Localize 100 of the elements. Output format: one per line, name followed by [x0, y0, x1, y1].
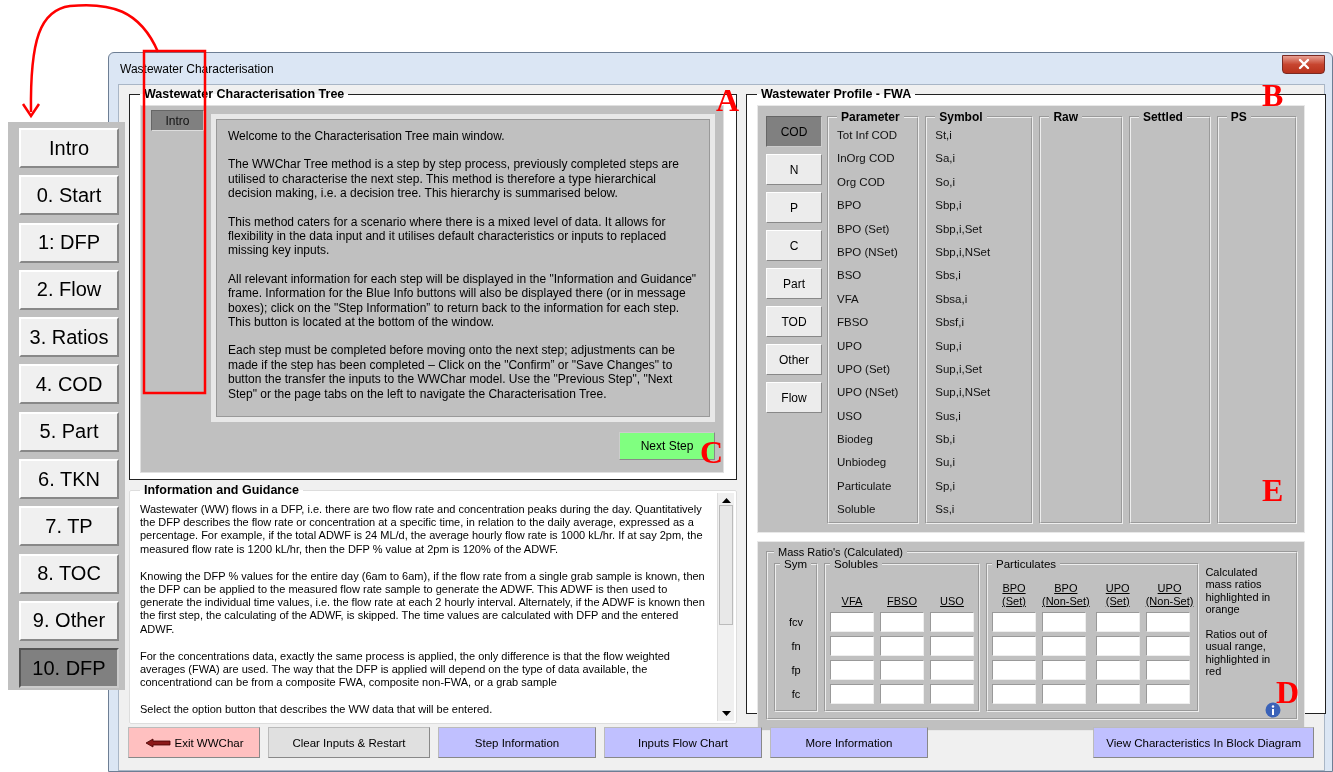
ratio-field[interactable] [1145, 635, 1190, 656]
paragraph: For the concentrations data, exactly the same process is applied, the only difference is that the flow weighted averages (FWA) are used. The way that the DFP is applied will depend on the type of data available, the concentrationd can be from a composite FWA, composite non-FWA, or a grab sample [140, 649, 671, 690]
note-text: Ratios out of usual range, highlighted in red [1205, 627, 1272, 678]
exit-button[interactable]: Exit WWChar [128, 727, 260, 758]
left-arrow-icon [144, 737, 171, 748]
parameter-label: VFA [837, 291, 860, 307]
ratio-field[interactable] [1042, 683, 1086, 704]
category-tab[interactable]: TOD [766, 306, 822, 337]
scroll-up-icon[interactable] [721, 497, 731, 503]
step-tab[interactable]: 2. Flow [19, 269, 119, 310]
category-tab[interactable]: Part [766, 268, 822, 299]
paragraph: The WWChar Tree method is a step by step process, previously completed steps are utilised to characterise the next step. This method is therefore a type hierarchical decision making, i.e. a decision tree. This hierarchy is summarised below. [228, 157, 680, 201]
parameter-label: Unbiodeg [837, 455, 888, 471]
step-tab[interactable]: 3. Ratios [19, 317, 119, 358]
step-tab[interactable]: 4. COD [19, 364, 119, 405]
ratio-field[interactable] [830, 611, 874, 632]
step-tab[interactable]: 6. TKN [19, 459, 119, 500]
symbol-label: St,i [935, 128, 953, 143]
scrollbar[interactable] [717, 493, 734, 721]
ratio-field[interactable] [880, 659, 924, 680]
parameter-label: Particulate [837, 478, 893, 494]
symbol-label: Sup,i,Set [935, 361, 983, 377]
paragraph: This method caters for a scenario where there is a mixed level of data. It allows for flexibility in the data input and it utilises default characteristics or inputs to replaced missing key inputs. [228, 214, 668, 258]
ratio-field[interactable] [1145, 611, 1190, 632]
step-tab[interactable]: Intro [19, 128, 119, 168]
symbol-label: Sbp,i [935, 198, 963, 214]
ratio-field[interactable] [880, 683, 924, 704]
parameter-label: BPO [837, 198, 863, 214]
ratio-field[interactable] [830, 659, 874, 680]
ratio-field[interactable] [1042, 635, 1086, 656]
ratio-field[interactable] [930, 683, 974, 704]
category-tab[interactable]: Flow [766, 382, 822, 413]
annotation-letter: D [1276, 676, 1300, 708]
ratio-field[interactable] [830, 635, 874, 656]
symbol-label: Sbsf,i [935, 315, 965, 331]
action-button[interactable]: More Information [770, 727, 928, 758]
note-text: Calculated mass ratios highlighted in orange [1205, 565, 1272, 616]
scroll-down-icon[interactable] [721, 711, 731, 717]
step-tab[interactable]: 8. TOC [19, 553, 119, 594]
ratio-field[interactable] [830, 683, 874, 704]
step-tab[interactable]: 10. DFP [19, 648, 119, 689]
parameter-label: UPO (Set) [837, 361, 892, 377]
step-tab[interactable]: 1: DFP [19, 222, 119, 263]
parameter-label: USO [837, 408, 863, 424]
action-button[interactable]: Step Information [438, 727, 596, 758]
symbol-label: Sup,i [935, 338, 963, 354]
step-tab[interactable]: 9. Other [19, 600, 119, 641]
category-tab[interactable]: COD [766, 116, 822, 147]
parameter-label: BPO (Set) [837, 221, 891, 237]
scroll-thumb[interactable] [719, 505, 733, 625]
category-tab[interactable]: Other [766, 344, 822, 375]
action-button[interactable]: Clear Inputs & Restart [268, 727, 430, 758]
category-tab[interactable]: N [766, 154, 822, 185]
info-icon[interactable] [1265, 701, 1282, 718]
ratio-field[interactable] [930, 659, 974, 680]
symbol-label: So,i [935, 174, 957, 190]
ratio-field[interactable] [1145, 683, 1190, 704]
step-tab[interactable]: 7. TP [19, 506, 119, 547]
tree-tab[interactable]: Intro [151, 110, 204, 131]
ratio-field[interactable] [1095, 635, 1140, 656]
ratio-field[interactable] [880, 611, 924, 632]
action-button[interactable]: Inputs Flow Chart [604, 727, 762, 758]
category-tab[interactable]: P [766, 192, 822, 223]
ratio-field[interactable] [992, 683, 1036, 704]
ratio-field[interactable] [1095, 659, 1140, 680]
ratio-field[interactable] [1145, 659, 1190, 680]
ratio-field[interactable] [1095, 611, 1140, 632]
symbol-label: Sa,i [935, 151, 957, 167]
frame-title: Mass Ratio's (Calculated) [777, 545, 904, 558]
ratio-field[interactable] [1042, 611, 1086, 632]
symbol-label: Sbsa,i [935, 291, 969, 307]
ratio-symbol: fp [791, 663, 801, 676]
ratio-field[interactable] [930, 635, 974, 656]
paragraph: Each step must be completed before moving onto the next step; adjustments can be made if the step has been completed – Click on the "Confirm” or "Save Changes" to button the transfer the inputs to the WWChar model. Use the "Previous Step", "Next Step" or the page tabs on the left to navigate the Characterisation Tree. [228, 343, 676, 402]
ratio-field[interactable] [992, 635, 1036, 656]
ratio-symbol: fcv [788, 615, 804, 628]
column-header: Parameter [840, 110, 901, 124]
column-header: VFA [841, 594, 863, 609]
symbol-label: Sup,i,NSet [935, 385, 992, 401]
ratio-field[interactable] [930, 611, 974, 632]
parameter-label: FBSO [837, 315, 870, 331]
ratio-field[interactable] [880, 635, 924, 656]
step-tab[interactable]: 0. Start [19, 175, 119, 216]
ratio-field[interactable] [992, 659, 1036, 680]
ratio-field[interactable] [992, 611, 1036, 632]
ratio-symbol: fc [791, 687, 801, 700]
close-button[interactable] [1282, 54, 1325, 74]
action-button[interactable]: View Characteristics In Block Diagram [1093, 727, 1314, 758]
paragraph: All relevant information for each step will be displayed in the "Information and Guidance" frame. Information for the Blue Info buttons will also be displayed there (or in message boxes); click on the "Step Information” to return back to the information for each step. This button is located at the bottom of the window. [228, 271, 698, 330]
column-header: Settled [1141, 110, 1184, 124]
ratio-field[interactable] [1095, 683, 1140, 704]
step-tab[interactable]: 5. Part [19, 411, 119, 452]
column-header: Raw [1052, 110, 1080, 124]
annotation-letter: E [1262, 474, 1284, 506]
column-header: USO [940, 594, 964, 609]
parameter-label: InOrg COD [837, 151, 896, 167]
ratio-field[interactable] [1042, 659, 1086, 680]
symbol-label: Sus,i [935, 408, 962, 424]
category-tab[interactable]: C [766, 230, 822, 261]
close-icon [1296, 58, 1311, 70]
